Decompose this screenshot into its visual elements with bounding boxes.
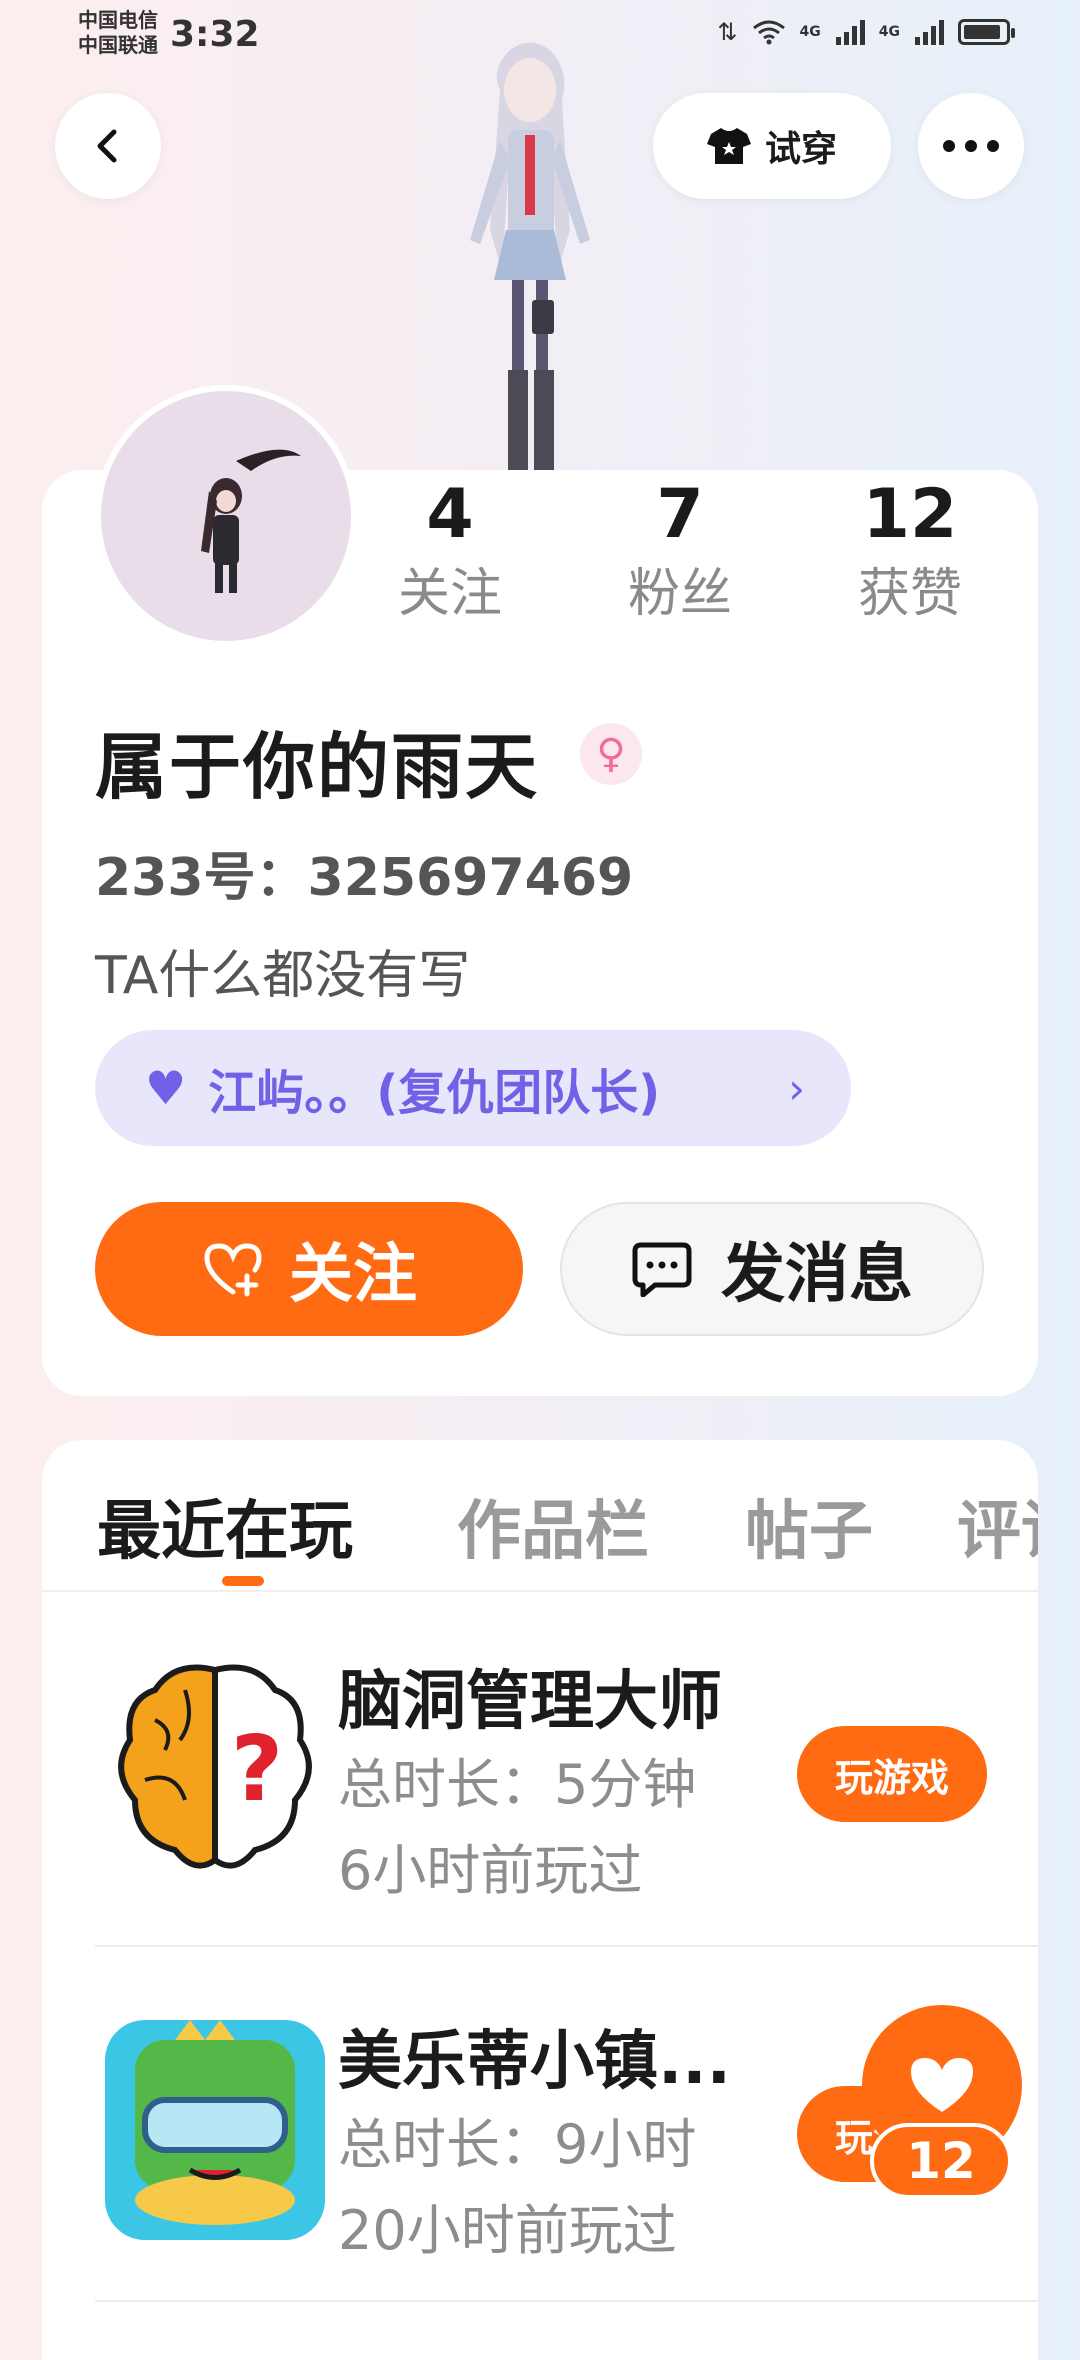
network-type-1: 4G <box>799 24 821 40</box>
wifi-icon <box>752 20 785 45</box>
carrier-info: 中国电信 中国联通 <box>78 8 158 58</box>
stat-followers-value: 7 <box>656 475 704 554</box>
data-transfer-icon: ⇅ <box>717 18 738 46</box>
back-button[interactable] <box>55 93 161 199</box>
try-on-button[interactable]: 试穿 <box>653 93 891 199</box>
message-button[interactable]: 发消息 <box>560 1202 984 1336</box>
heart-plus-icon <box>204 1243 262 1297</box>
chevron-right-icon: › <box>788 1063 805 1113</box>
game-total-time: 总时长：5分钟 <box>338 1753 697 1816</box>
follow-button[interactable]: 关注 <box>95 1202 523 1336</box>
network-type-2: 4G <box>878 24 900 40</box>
stat-following[interactable]: 4 关注 <box>365 475 535 629</box>
avatar-figure <box>201 449 301 593</box>
game-last-played: 6小时前玩过 <box>338 1839 643 1902</box>
game-icon-melody-town <box>105 2020 325 2240</box>
team-label: 江屿。。(复仇团队长) <box>208 1065 661 1121</box>
avatar-character-illustration <box>470 42 590 470</box>
female-gender-icon: ♀ <box>580 723 642 785</box>
stat-likes-label: 获赞 <box>857 564 962 624</box>
signal-icon-1 <box>835 20 865 45</box>
game-icon-brain: ? <box>118 1664 312 1869</box>
game-name: 脑洞管理大师 <box>338 1665 722 1739</box>
signal-icon-2 <box>915 20 944 45</box>
stat-followers[interactable]: 7 粉丝 <box>595 475 765 629</box>
tshirt-icon <box>706 128 751 164</box>
heart-icon <box>911 2058 973 2112</box>
heart-icon: ♥ <box>145 1061 187 1115</box>
user-id[interactable]: 233号：325697469 <box>95 835 633 910</box>
more-dots-icon <box>943 140 999 152</box>
game-row[interactable]: ? 脑洞管理大师 总时长：5分钟 6小时前玩过 玩游戏 <box>95 1650 1038 1980</box>
battery-fill <box>964 25 1000 39</box>
row-divider <box>95 2300 1038 2302</box>
try-on-label: 试穿 <box>764 129 837 170</box>
tab-bar: 最近在玩 作品栏 帖子 评论 <box>42 1440 1038 1592</box>
tab-works[interactable]: 作品栏 <box>457 1480 649 1572</box>
stat-following-label: 关注 <box>397 564 502 624</box>
play-game-button[interactable]: 玩游戏 <box>797 1726 987 1822</box>
stat-likes-value: 12 <box>862 475 958 554</box>
stat-following-value: 4 <box>426 475 474 554</box>
user-bio: TA什么都没有写 <box>95 946 471 1006</box>
battery-icon <box>958 19 1015 45</box>
chevron-left-icon <box>97 129 117 163</box>
stat-followers-label: 粉丝 <box>627 564 732 624</box>
tab-active-indicator <box>222 1576 264 1586</box>
game-last-played: 20小时前玩过 <box>338 2199 677 2262</box>
tab-comments[interactable]: 评论 <box>957 1480 1038 1572</box>
content-card: 最近在玩 作品栏 帖子 评论 ? 脑洞管理大师 总时长：5分钟 6小时前玩过 玩… <box>42 1440 1038 2360</box>
stat-likes[interactable]: 12 获赞 <box>825 475 995 629</box>
game-total-time: 总时长：9小时 <box>338 2113 697 2176</box>
clock: 3:32 <box>170 14 260 55</box>
tab-posts[interactable]: 帖子 <box>745 1480 873 1572</box>
more-button[interactable] <box>918 93 1024 199</box>
chat-bubble-icon <box>632 1242 692 1297</box>
username: 属于你的雨天 <box>95 725 540 809</box>
carrier-1: 中国电信 <box>78 8 158 32</box>
tab-recently-played[interactable]: 最近在玩 <box>97 1480 353 1572</box>
message-label: 发消息 <box>721 1238 913 1312</box>
svg-text:?: ? <box>231 1717 283 1822</box>
user-avatar[interactable] <box>95 385 357 647</box>
game-name: 美乐蒂小镇... <box>338 2025 731 2099</box>
carrier-2: 中国联通 <box>78 33 158 57</box>
team-chip[interactable]: ♥ 江屿。。(复仇团队长) › <box>95 1030 851 1146</box>
status-icons: ⇅ 4G 4G <box>717 18 1015 46</box>
follow-label: 关注 <box>289 1238 417 1312</box>
row-divider <box>95 1945 1038 1947</box>
like-count-badge: 12 <box>870 2123 1012 2199</box>
